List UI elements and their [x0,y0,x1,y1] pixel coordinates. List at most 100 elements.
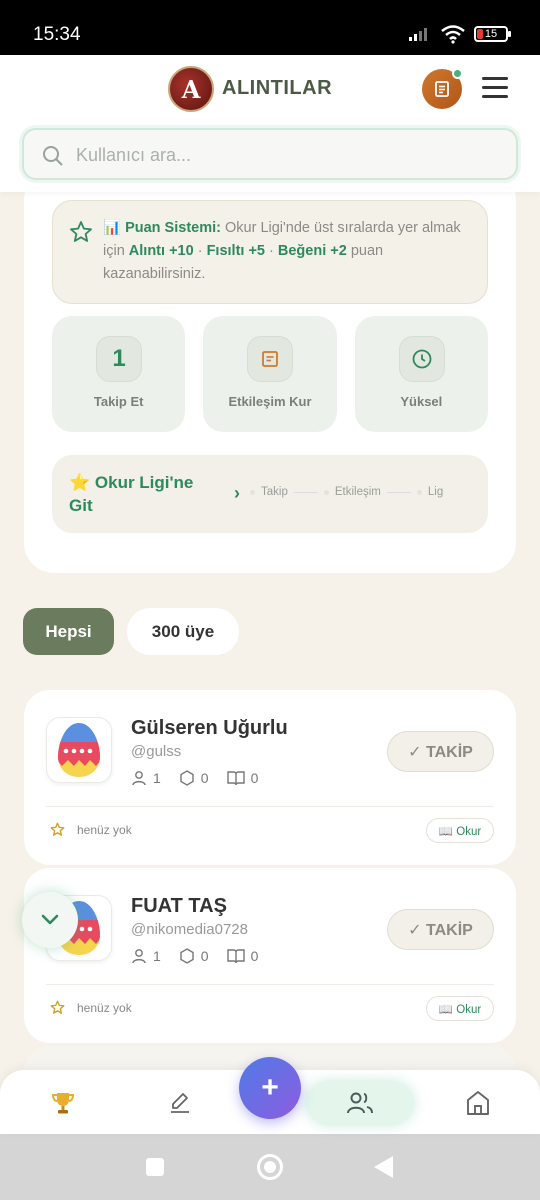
step-icon-box [247,336,294,382]
status-icons: 15 [408,24,511,44]
book-icon [226,771,245,786]
quotes-count: 0 [200,770,209,786]
trophy-icon [51,1093,75,1114]
back-button[interactable] [374,1156,393,1178]
books-stat: 0 [226,948,259,964]
points-separator: · [193,243,207,259]
points-alinti: Alıntı +10 [128,243,194,259]
search-bar [22,128,518,180]
progress-dot [416,489,422,495]
add-button[interactable]: + [239,1057,301,1119]
status-bar: 15:34 15 [0,0,540,55]
avatar[interactable] [46,717,112,783]
user-name[interactable]: Gülseren Uğurlu [131,717,288,740]
user-stats: 1 0 0 [131,770,276,786]
easter-egg-icon [58,723,100,777]
nav-leaderboard[interactable] [50,1090,76,1121]
user-stats: 1 0 0 [131,948,276,964]
recent-apps-button[interactable] [146,1158,164,1176]
home-button[interactable] [257,1154,283,1180]
user-handle: @nikomedia0728 [131,921,248,938]
rank-text: henüz yok [77,1001,132,1015]
books-stat: 0 [226,770,258,786]
info-card: 📊 Puan Sistemi: Okur Ligi'nde üst sırala… [24,170,516,573]
nav-users[interactable] [307,1082,413,1124]
hamburger-menu-button[interactable] [482,77,508,99]
clock-icon [412,349,432,369]
step-icon-box [398,336,445,382]
hexagon-icon [180,948,194,964]
status-time: 15:34 [33,24,81,45]
points-title: 📊 Puan Sistemi: [103,220,221,236]
step-label: Yüksel [400,394,443,409]
battery-icon: 15 [474,26,511,42]
profile-button[interactable] [422,68,463,109]
progress-line [386,491,411,493]
follow-button[interactable]: ✓ TAKİP [387,909,494,950]
user-handle: @gulss [131,743,182,760]
search-input[interactable] [76,140,496,170]
logo-letter: A [181,74,201,104]
followers-count: 1 [153,948,161,964]
system-navigation-bar [0,1134,540,1200]
hexagon-icon [180,770,194,786]
home-icon [467,1091,489,1115]
step-rise[interactable]: Yüksel [354,316,488,432]
step-number: 1 [112,345,126,372]
points-separator: · [265,243,278,259]
nav-write[interactable] [168,1090,192,1119]
pen-icon [171,1093,189,1113]
followers-stat: 1 [131,770,161,786]
steps-row: 1 Takip Et Etkileşim Kur Yüksel [52,316,488,432]
brand-title[interactable]: ALINTILAR [222,77,332,100]
user-name[interactable]: FUAT TAŞ [131,895,227,918]
progress-dot [250,489,255,495]
league-link[interactable]: ⭐ Okur Ligi'ne Git › Takip Etkileşim Lig [52,455,488,533]
progress-dot [323,489,329,495]
app-logo[interactable]: A [168,66,214,112]
followers-count: 1 [153,770,161,786]
step-label: Etkileşim Kur [228,394,312,409]
users-icon [347,1092,373,1114]
filter-all-chip[interactable]: Hepsi [23,608,114,655]
chevron-down-icon [41,914,59,925]
chevron-right-icon: › [234,483,240,503]
books-count: 0 [250,948,259,964]
book-icon [226,949,245,964]
progress-line [293,491,318,493]
app-header: A ALINTILAR [0,55,540,192]
league-title: ⭐ Okur Ligi'ne Git [69,473,194,515]
scroll-down-button[interactable] [22,892,78,948]
star-outline-icon [50,1000,65,1014]
league-progress: Takip Etkileşim Lig [250,486,443,498]
quotes-stat: 0 [179,948,209,964]
note-icon [435,81,449,97]
star-outline-icon [50,822,65,836]
progress-step: Lig [427,486,444,498]
user-card[interactable]: FUAT TAŞ @nikomedia0728 1 0 0 ✓ TAKİP he… [24,868,516,1043]
step-interact[interactable]: Etkileşim Kur [203,316,337,432]
step-follow[interactable]: 1 Takip Et [52,316,186,432]
card-divider [46,984,494,985]
follow-button[interactable]: ✓ TAKİP [387,731,494,772]
user-card[interactable]: Gülseren Uğurlu @gulss 1 0 0 ✓ TAKİP hen… [24,690,516,865]
user-icon [132,771,146,786]
followers-stat: 1 [131,948,161,964]
points-info-text: 📊 Puan Sistemi: Okur Ligi'nde üst sırala… [103,217,473,286]
wifi-icon [441,25,465,44]
quotes-count: 0 [200,948,209,964]
search-icon [43,146,63,166]
note-icon [262,351,279,367]
progress-step: Takip [261,486,288,498]
progress-step: Etkileşim [334,486,381,498]
member-count-chip[interactable]: 300 üye [127,608,239,655]
rank-text: henüz yok [77,823,132,837]
star-outline-icon [70,221,92,242]
menu-line [482,86,508,89]
menu-line [482,77,508,80]
reader-badge: 📖 Okur [426,996,494,1021]
signal-icon [409,28,427,41]
nav-home[interactable] [466,1090,490,1121]
step-label: Takip Et [93,394,144,409]
points-fisilti: Fısıltı +5 [206,243,265,259]
